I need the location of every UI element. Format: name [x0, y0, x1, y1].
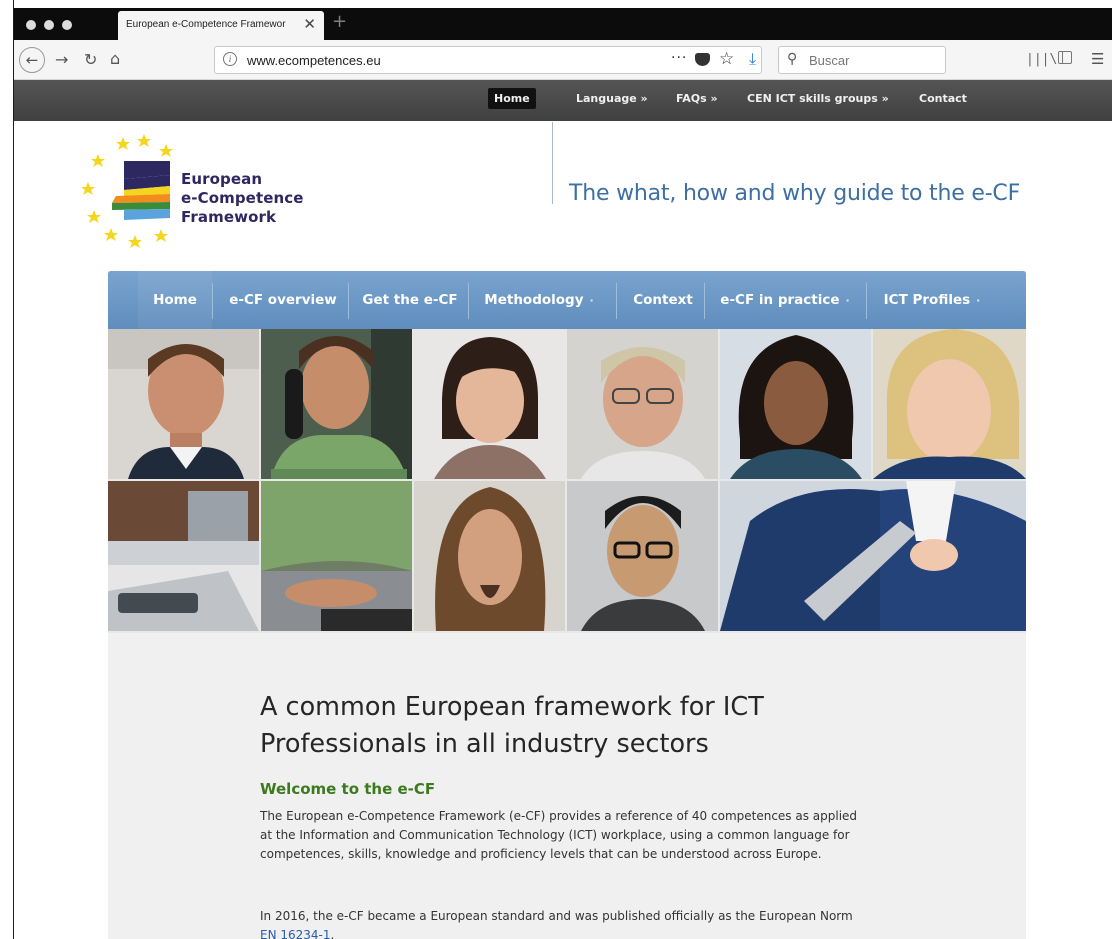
new-tab-icon[interactable]: +	[332, 11, 347, 32]
download-icon[interactable]: ⤓	[749, 49, 756, 69]
forward-icon[interactable]: →	[55, 50, 68, 70]
ecf-logo[interactable]: European e-Competence Framework	[81, 134, 312, 254]
chevron-down-icon: ·	[589, 294, 594, 307]
bookmark-star-icon[interactable]: ☆	[719, 49, 734, 69]
home-icon[interactable]: ⌂	[110, 49, 120, 69]
search-icon: ⚲	[787, 51, 798, 67]
top-nav-cen-groups[interactable]: CEN ICT skills groups »	[747, 92, 889, 105]
photo-woman-with-tablet	[720, 481, 1026, 631]
main-nav-context[interactable]: Context	[622, 271, 704, 329]
photo-woman-curly-hair	[720, 329, 871, 479]
photo-office-equipment	[108, 481, 259, 631]
top-nav: Home Language » FAQs » CEN ICT skills gr…	[14, 80, 1112, 121]
top-nav-contact[interactable]: Contact	[919, 92, 967, 105]
chevron-down-icon: ·	[845, 294, 850, 307]
main-nav-ecf-in-practice-label: e-CF in practice	[720, 292, 840, 308]
pocket-icon[interactable]	[695, 53, 710, 66]
professionals-photo-grid	[108, 329, 1026, 631]
content-background	[108, 633, 1026, 939]
main-nav-ict-profiles[interactable]: ICT Profiles ·	[872, 271, 992, 329]
library-icon[interactable]: |||\	[1026, 50, 1057, 70]
close-tab-icon[interactable]: ✕	[303, 15, 316, 33]
close-window-dot[interactable]	[26, 20, 36, 30]
nav-separator	[616, 283, 617, 319]
chevron-down-icon: ·	[976, 294, 981, 307]
main-nav-get-ecf[interactable]: Get the e-CF	[354, 271, 466, 329]
top-nav-home[interactable]: Home	[488, 88, 536, 109]
main-nav-home[interactable]: Home	[138, 271, 212, 329]
page-headline: A common European framework for ICT Prof…	[260, 692, 764, 759]
search-placeholder[interactable]: Buscar	[809, 53, 849, 68]
minimize-window-dot[interactable]	[44, 20, 54, 30]
url-bar[interactable]: i www.ecompetences.eu ··· ☆	[214, 46, 762, 74]
photo-older-man-glasses	[567, 329, 718, 479]
window-controls[interactable]	[26, 20, 72, 30]
logo-word-ecompetence: e-Competence	[181, 189, 304, 207]
maximize-window-dot[interactable]	[62, 20, 72, 30]
main-nav-ecf-overview[interactable]: e-CF overview	[218, 271, 348, 329]
photo-man-glasses-smiling	[567, 481, 718, 631]
main-nav: Home e-CF overview Get the e-CF Methodol…	[108, 271, 1026, 329]
standard-paragraph: In 2016, the e-CF became a European stan…	[260, 907, 860, 939]
tab-title: European e-Competence Framewor	[126, 19, 286, 30]
search-bar[interactable]: ⚲ Buscar	[778, 46, 946, 74]
main-nav-home-label: Home	[153, 292, 197, 308]
more-icon[interactable]: ···	[671, 50, 687, 66]
banner: Home e-CF overview Get the e-CF Methodol…	[108, 271, 1026, 633]
url-text[interactable]: www.ecompetences.eu	[247, 53, 381, 68]
nav-separator	[866, 283, 867, 319]
main-nav-ict-profiles-label: ICT Profiles	[883, 292, 971, 308]
header-divider	[552, 122, 553, 204]
info-icon[interactable]: i	[223, 52, 237, 66]
photo-man-long-hair	[414, 481, 565, 631]
content-area: A common European framework for ICT Prof…	[14, 633, 1112, 939]
window-edge	[0, 0, 14, 939]
nav-separator	[212, 283, 213, 319]
main-nav-methodology-label: Methodology	[484, 292, 584, 308]
main-nav-get-ecf-label: Get the e-CF	[362, 292, 458, 308]
main-nav-ecf-in-practice[interactable]: e-CF in practice ·	[710, 271, 860, 329]
sidebar-icon[interactable]	[1058, 51, 1072, 64]
top-nav-faqs[interactable]: FAQs »	[676, 92, 718, 105]
browser-window: European e-Competence Framewor ✕ + ← → ↻…	[0, 0, 1112, 939]
logo-word-framework: Framework	[181, 208, 277, 226]
nav-separator	[348, 283, 349, 319]
intro-paragraph: The European e-Competence Framework (e-C…	[260, 809, 858, 861]
photo-man-on-phone	[261, 329, 412, 479]
logo-mark-icon	[81, 134, 173, 248]
top-nav-language[interactable]: Language »	[576, 92, 648, 105]
main-nav-context-label: Context	[633, 292, 693, 308]
standard-paragraph-end: .	[330, 928, 335, 939]
main-nav-methodology[interactable]: Methodology ·	[474, 271, 604, 329]
menu-icon[interactable]: ☰	[1091, 49, 1104, 69]
logo-word-european: European	[181, 170, 263, 188]
tagline: The what, how and why guide to the e-CF	[569, 181, 1021, 206]
nav-toolbar: ← → ↻ ⌂ i www.ecompetences.eu ··· ☆ ⤓ ⚲ …	[14, 40, 1112, 80]
reload-icon[interactable]: ↻	[84, 50, 97, 70]
photo-man-smiling	[108, 329, 259, 479]
welcome-heading: Welcome to the e-CF	[260, 780, 436, 798]
photo-blonde-woman	[873, 329, 1026, 479]
web-page: Home Language » FAQs » CEN ICT skills gr…	[14, 80, 1112, 939]
tab-strip: European e-Competence Framewor ✕ +	[14, 8, 1112, 40]
en-16234-link[interactable]: EN 16234-1	[260, 928, 331, 939]
nav-separator	[704, 283, 705, 319]
main-nav-ecf-overview-label: e-CF overview	[229, 292, 337, 308]
nav-separator	[468, 283, 469, 319]
photo-woman-dark-hair	[414, 329, 565, 479]
photo-hands-keyboard	[261, 481, 412, 631]
browser-tab[interactable]: European e-Competence Framewor ✕	[118, 11, 324, 40]
standard-paragraph-text: In 2016, the e-CF became a European stan…	[260, 909, 853, 923]
back-icon[interactable]: ←	[19, 47, 45, 73]
